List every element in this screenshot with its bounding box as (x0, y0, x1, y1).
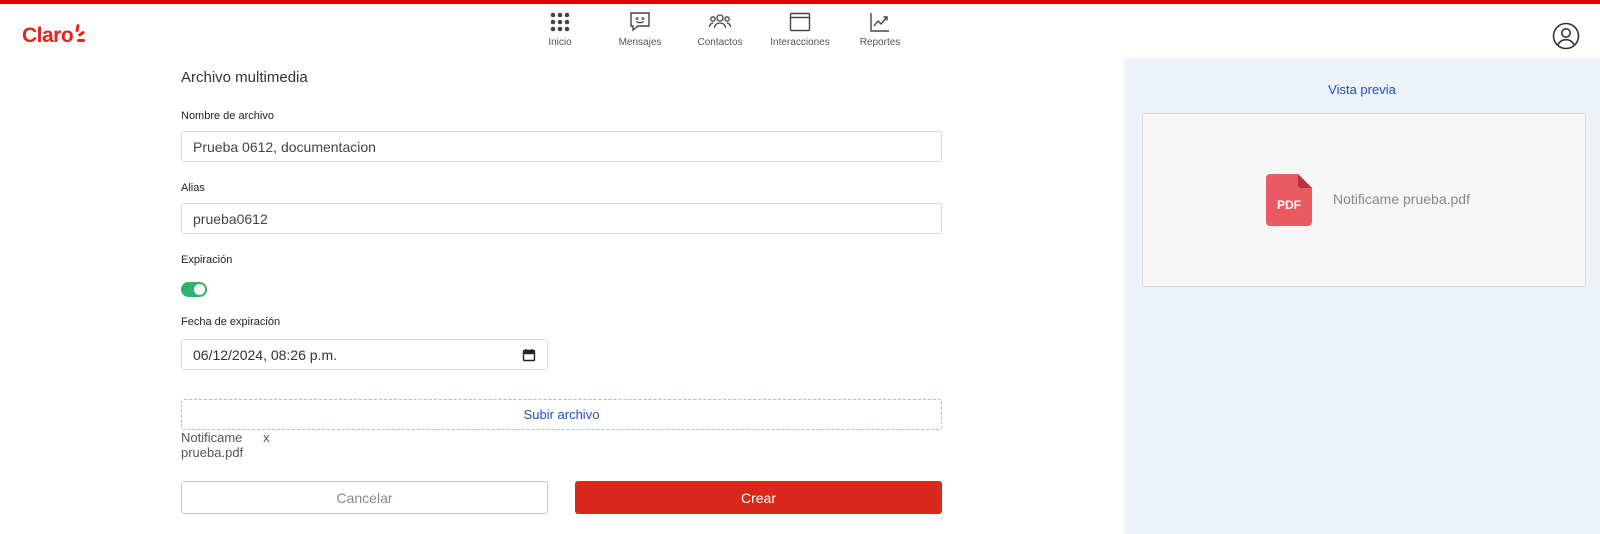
app-header: Claro Inicio Mensajes Contactos Interacc… (0, 4, 1600, 58)
user-avatar-icon[interactable] (1552, 22, 1580, 50)
toggle-knob (194, 284, 205, 295)
apps-grid-icon (548, 10, 572, 34)
remove-file-button[interactable]: x (261, 430, 272, 460)
nav-label: Mensajes (618, 37, 662, 48)
nav-label: Contactos (697, 37, 743, 48)
preview-card: PDF Notificame prueba.pdf (1142, 113, 1586, 287)
nav-label: Reportes (859, 37, 901, 48)
cancel-button[interactable]: Cancelar (181, 481, 548, 514)
pdf-file-icon: PDF (1266, 174, 1312, 226)
nav-label: Inicio (548, 37, 572, 48)
alias-input[interactable] (181, 203, 942, 234)
expiration-label: Expiración (181, 254, 233, 266)
nav-item-inicio[interactable]: Inicio (520, 10, 600, 48)
alias-label: Alias (181, 182, 205, 194)
expiration-date-input[interactable]: 06/12/2024, 08:26 p.m. (181, 339, 548, 370)
preview-panel: Vista previa PDF Notificame prueba.pdf (1124, 58, 1600, 534)
nav-label: Interacciones (770, 37, 830, 48)
preview-title: Vista previa (1328, 82, 1396, 97)
filename-label: Nombre de archivo (181, 110, 274, 122)
nav-item-interacciones[interactable]: Interacciones (760, 10, 840, 48)
create-button[interactable]: Crear (575, 481, 942, 514)
pdf-type-label: PDF (1277, 198, 1301, 212)
expiration-toggle[interactable] (181, 282, 207, 297)
users-group-icon (708, 10, 732, 34)
upload-file-button[interactable]: Subir archivo (181, 399, 942, 430)
nav-item-mensajes[interactable]: Mensajes (600, 10, 680, 48)
chart-trend-icon (868, 10, 892, 34)
calendar-icon[interactable] (522, 348, 536, 362)
page-title: Archivo multimedia (181, 69, 308, 86)
expiration-date-label: Fecha de expiración (181, 316, 281, 328)
logo-rays-icon (72, 23, 86, 48)
preview-filename: Notificame prueba.pdf (1333, 191, 1470, 207)
main-nav: Inicio Mensajes Contactos Interacciones … (520, 10, 920, 48)
window-icon (788, 10, 812, 34)
uploaded-file-name: Notificame prueba.pdf (181, 430, 244, 460)
filename-input[interactable] (181, 131, 942, 162)
claro-logo[interactable]: Claro (22, 18, 86, 48)
nav-item-contactos[interactable]: Contactos (680, 10, 760, 48)
uploaded-file-row: Notificame prueba.pdf x (181, 430, 272, 460)
logo-text: Claro (22, 24, 74, 47)
nav-item-reportes[interactable]: Reportes (840, 10, 920, 48)
message-smile-icon (628, 10, 652, 34)
expiration-date-value: 06/12/2024, 08:26 p.m. (193, 346, 337, 363)
